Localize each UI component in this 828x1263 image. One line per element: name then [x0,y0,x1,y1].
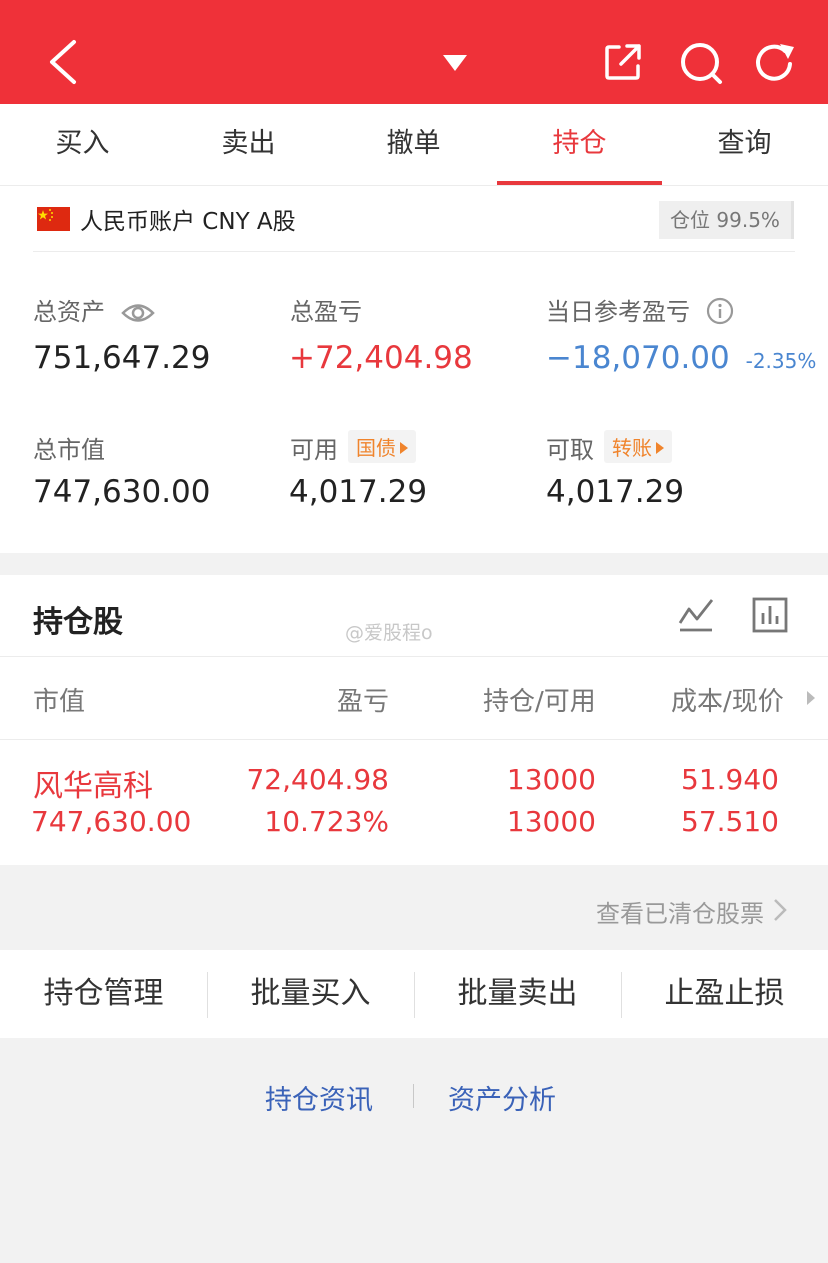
top-bar [0,0,828,104]
stock-price: 57.510 [681,805,779,838]
tab-cancel-order[interactable]: 撤单 [331,104,496,186]
market-value-label: 总市值 [33,436,105,464]
holdings-table-header: 市值 盈亏 持仓/可用 成本/现价 [0,656,828,740]
table-row[interactable]: 风华高科 747,630.00 72,404.98 10.723% 13000 … [0,741,828,865]
treasury-bond-chip[interactable]: 国债 [348,430,416,463]
transfer-chip[interactable]: 转账 [604,430,672,463]
column-header-market-value[interactable]: 市值 [33,681,85,718]
cleared-stocks-row[interactable]: 查看已清仓股票 [0,866,828,950]
stock-available: 13000 [506,805,596,838]
stock-name: 风华高科 [33,769,153,804]
tab-sell[interactable]: 卖出 [166,104,331,186]
stock-profit-loss-percent: 10.723% [264,805,389,838]
info-icon[interactable] [706,297,734,325]
cleared-stocks-link[interactable]: 查看已清仓股票 [596,894,764,929]
stock-profit-loss: 72,404.98 [246,763,389,796]
position-management-button[interactable]: 持仓管理 [0,950,207,1038]
position-ratio-badge: 仓位 99.5% [659,201,794,239]
daily-pl-label: 当日参考盈亏 [546,292,734,327]
chevron-right-icon [656,442,664,454]
tab-query[interactable]: 查询 [662,104,827,186]
account-label: 人民币账户 CNY A股 [80,209,296,235]
refresh-icon[interactable] [752,40,798,86]
dropdown-caret-icon[interactable] [441,52,469,74]
eye-icon[interactable] [120,302,155,324]
column-header-profit-loss[interactable]: 盈亏 [337,681,389,718]
daily-pl-percent: -2.35% [745,349,817,373]
column-header-position-available[interactable]: 持仓/可用 [483,681,596,718]
column-header-cost-price[interactable]: 成本/现价 [671,681,784,718]
asset-analysis-link[interactable]: 资产分析 [448,1078,556,1117]
stop-profit-loss-button[interactable]: 止盈止损 [621,950,828,1038]
total-pl-value: +72,404.98 [289,340,473,376]
batch-buy-button[interactable]: 批量买入 [207,950,414,1038]
batch-sell-button[interactable]: 批量卖出 [414,950,621,1038]
bar-chart-icon[interactable] [752,597,788,633]
withdrawable-value: 4,017.29 [546,474,685,510]
line-chart-icon[interactable] [677,597,715,633]
chevron-right-icon [774,899,787,921]
holdings-news-link[interactable]: 持仓资讯 [265,1078,373,1117]
available-label: 可用 国债 [290,430,416,465]
total-pl-label: 总盈亏 [290,298,362,326]
back-icon[interactable] [44,38,84,86]
chevron-right-icon [400,442,408,454]
account-summary: 人民币账户 CNY A股 仓位 99.5% 总资产 751,647.29 总盈亏… [0,186,828,553]
withdrawable-label: 可取 转账 [546,430,672,465]
stock-position: 13000 [506,763,596,796]
divider [413,1084,414,1108]
china-flag-icon [37,207,70,231]
daily-pl-value: −18,070.00 -2.35% [546,340,817,376]
watermark: @爱股程o [345,622,433,644]
tab-holdings[interactable]: 持仓 [497,104,662,186]
share-icon[interactable] [603,42,643,82]
search-icon[interactable] [678,40,724,86]
trade-tabs: 买入 卖出 撤单 持仓 查询 [0,104,828,186]
account-selector[interactable]: 人民币账户 CNY A股 仓位 99.5% [33,186,795,252]
holdings-title: 持仓股 [33,605,123,640]
holdings-action-bar: 持仓管理 批量买入 批量卖出 止盈止损 [0,950,828,1038]
available-value: 4,017.29 [289,474,428,510]
stock-market-value: 747,630.00 [31,805,192,838]
market-value-value: 747,630.00 [33,474,211,510]
bottom-links: 持仓资讯 资产分析 [0,1038,828,1263]
total-assets-label: 总资产 [33,292,155,327]
total-assets-value: 751,647.29 [33,340,211,376]
stock-cost: 51.940 [681,763,779,796]
active-tab-indicator [497,181,662,185]
tab-buy[interactable]: 买入 [0,104,165,186]
scroll-right-icon[interactable] [806,690,816,706]
